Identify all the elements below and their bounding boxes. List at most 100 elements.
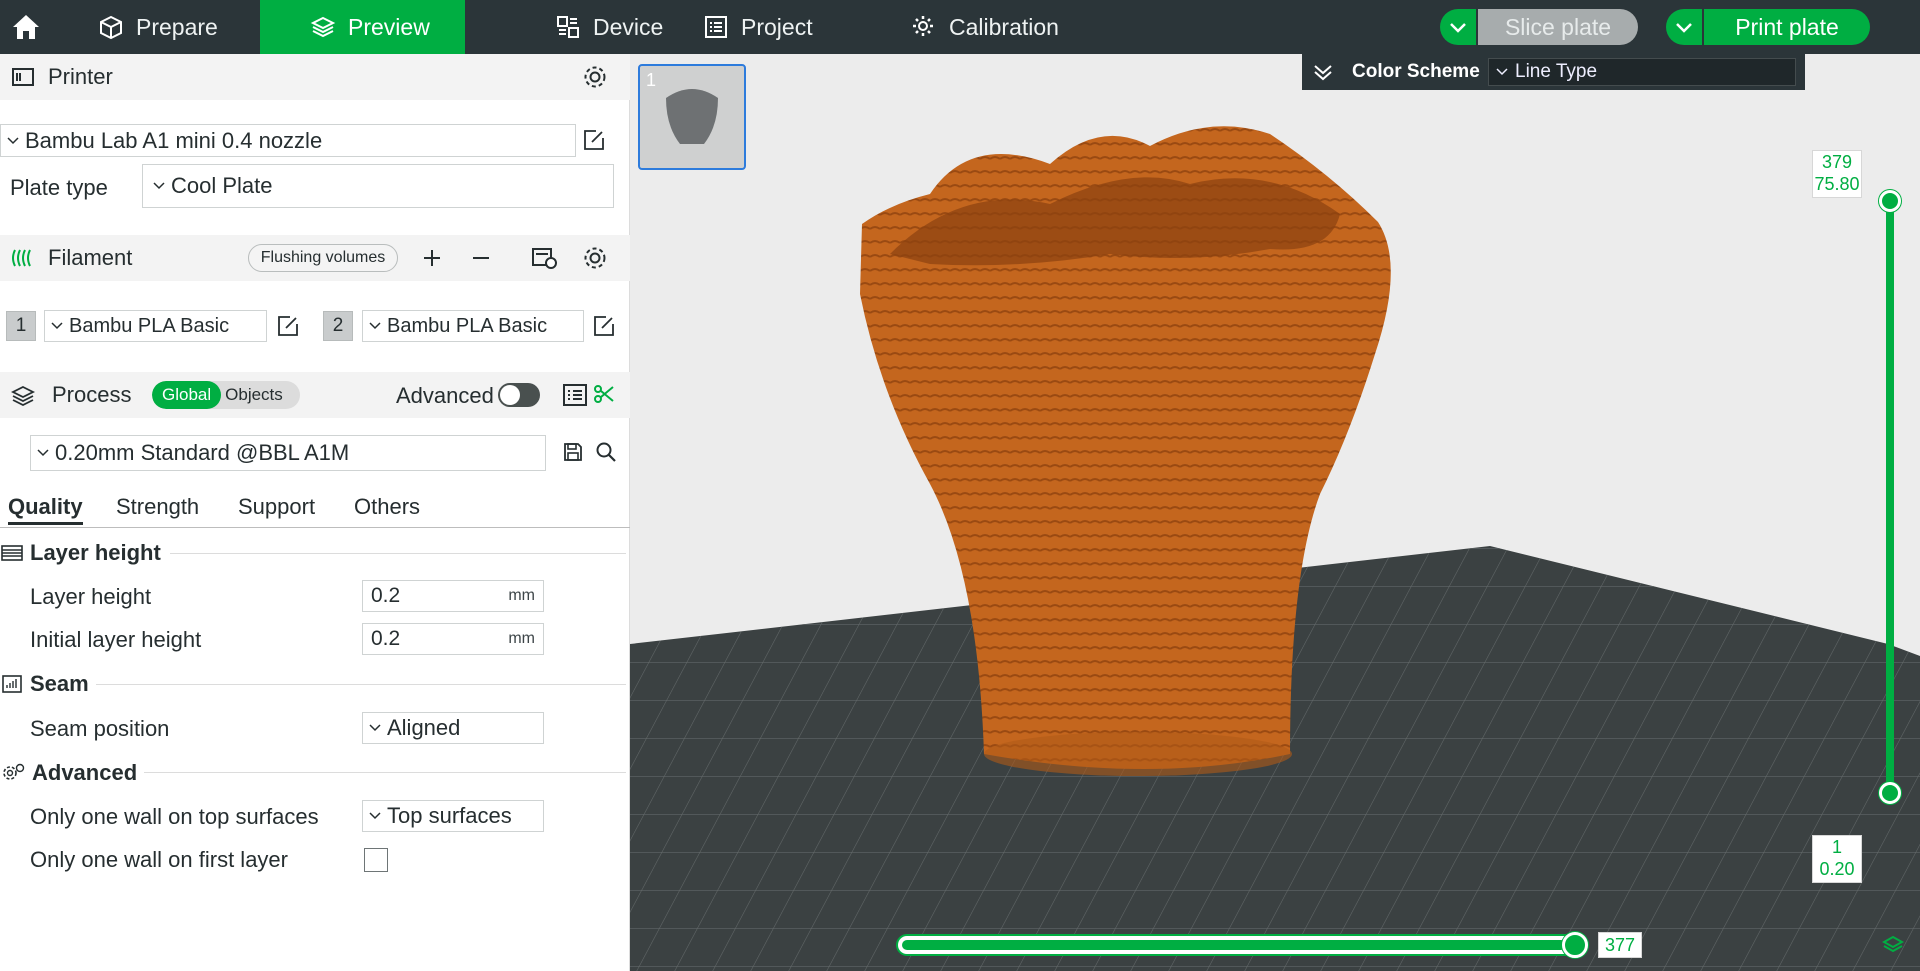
divider bbox=[144, 772, 626, 773]
home-icon bbox=[13, 15, 39, 39]
print-dropdown-chevron-icon[interactable] bbox=[1666, 9, 1704, 45]
printer-settings-gear-icon[interactable] bbox=[582, 64, 608, 90]
collapse-chevron-icon[interactable] bbox=[1312, 63, 1334, 81]
gear-icon bbox=[911, 14, 937, 40]
advanced-group-title: Advanced bbox=[32, 760, 138, 785]
layer-top-count: 379 bbox=[1821, 152, 1853, 172]
filament-icon bbox=[10, 246, 36, 270]
chevron-down-icon bbox=[1, 136, 25, 146]
filament-slot-1-index: 1 bbox=[6, 311, 36, 341]
print-plate-label: Print plate bbox=[1704, 9, 1870, 45]
search-icon[interactable] bbox=[594, 440, 618, 464]
advanced-group-header: Advanced bbox=[0, 760, 137, 786]
filament-slot-2-index: 2 bbox=[323, 311, 353, 341]
tab-preview-label: Preview bbox=[348, 13, 430, 40]
top-actions: Slice plate Print plate bbox=[1440, 9, 1870, 45]
filament-title: Filament bbox=[48, 245, 133, 270]
filament-slot-1-name: Bambu PLA Basic bbox=[69, 314, 230, 337]
color-scheme-select[interactable]: Line Type bbox=[1488, 58, 1796, 86]
process-cut-icon[interactable] bbox=[592, 382, 616, 406]
process-layers-icon bbox=[10, 383, 36, 407]
cube-icon bbox=[98, 14, 124, 40]
tab-strength[interactable]: Strength bbox=[116, 494, 199, 520]
device-icon bbox=[555, 14, 581, 40]
chevron-down-icon bbox=[363, 723, 387, 733]
layers-toggle-icon[interactable] bbox=[1882, 934, 1904, 956]
tab-device[interactable]: Device bbox=[465, 0, 673, 54]
printer-select[interactable]: Bambu Lab A1 mini 0.4 nozzle bbox=[0, 124, 576, 157]
process-title: Process bbox=[52, 382, 132, 407]
global-option[interactable]: Global bbox=[152, 381, 222, 409]
filament-slot-2-edit-icon[interactable] bbox=[592, 314, 616, 338]
tab-project-label: Project bbox=[741, 13, 813, 40]
chevron-down-icon bbox=[1495, 67, 1509, 77]
filament-slot-1-select[interactable]: Bambu PLA Basic bbox=[44, 310, 267, 342]
advanced-toggle-label: Advanced bbox=[396, 383, 494, 408]
printer-edit-icon[interactable] bbox=[582, 128, 606, 152]
seam-position-value: Aligned bbox=[387, 715, 461, 740]
chevron-down-icon bbox=[31, 448, 55, 458]
divider bbox=[170, 553, 626, 554]
slice-plate-label: Slice plate bbox=[1478, 9, 1638, 45]
filament-slot-2-select[interactable]: Bambu PLA Basic bbox=[362, 310, 584, 342]
first-layer-wall-checkbox[interactable] bbox=[364, 848, 388, 872]
tab-quality[interactable]: Quality bbox=[8, 494, 83, 525]
add-filament-icon[interactable] bbox=[420, 246, 444, 270]
process-preset-value: 0.20mm Standard @BBL A1M bbox=[55, 440, 350, 465]
top-bar: Prepare Preview Device Project Calibrati… bbox=[0, 0, 1920, 54]
objects-option[interactable]: Objects bbox=[221, 385, 291, 405]
first-layer-wall-label: Only one wall on first layer bbox=[30, 847, 288, 872]
tab-support[interactable]: Support bbox=[238, 494, 315, 520]
filament-settings-gear-icon[interactable] bbox=[582, 245, 608, 271]
chevron-down-icon bbox=[147, 181, 171, 191]
layer-top-height: 75.80 bbox=[1814, 174, 1860, 194]
layer-top-label: 379 75.80 bbox=[1812, 150, 1862, 198]
printer-name: Bambu Lab A1 mini 0.4 nozzle bbox=[25, 127, 323, 153]
tab-preview[interactable]: Preview bbox=[260, 0, 465, 54]
process-preset-select[interactable]: 0.20mm Standard @BBL A1M bbox=[30, 435, 546, 471]
initial-layer-height-label: Initial layer height bbox=[30, 627, 202, 652]
plate-type-select[interactable]: Cool Plate bbox=[142, 164, 614, 208]
initial-layer-height-unit: mm bbox=[508, 630, 535, 647]
top-wall-select[interactable]: Top surfaces bbox=[362, 800, 544, 832]
filament-slot-1-edit-icon[interactable] bbox=[276, 314, 300, 338]
layer-bottom-label: 1 0.20 bbox=[1812, 835, 1862, 883]
layer-height-input[interactable]: 0.2 mm bbox=[362, 580, 544, 612]
slice-dropdown-chevron-icon[interactable] bbox=[1440, 9, 1478, 45]
printer-icon bbox=[10, 65, 36, 89]
compare-list-icon[interactable] bbox=[561, 382, 589, 408]
plate-type-label: Plate type bbox=[10, 175, 108, 200]
tab-calibration[interactable]: Calibration bbox=[863, 0, 1099, 54]
tab-prepare[interactable]: Prepare bbox=[52, 0, 260, 54]
chevron-down-icon bbox=[45, 321, 69, 331]
home-button[interactable] bbox=[0, 0, 52, 54]
seam-position-select[interactable]: Aligned bbox=[362, 712, 544, 744]
preview-viewport[interactable]: 1 Color Scheme Line Type 379 75.80 1 0.2… bbox=[630, 54, 1920, 971]
flushing-volumes-button[interactable]: Flushing volumes bbox=[248, 244, 398, 272]
process-tabs: Quality Strength Support Others bbox=[0, 490, 630, 528]
advanced-toggle[interactable] bbox=[498, 383, 540, 407]
global-objects-switch[interactable]: Global Objects bbox=[152, 381, 300, 409]
filament-sync-icon[interactable] bbox=[530, 245, 558, 271]
save-preset-icon[interactable] bbox=[562, 441, 584, 463]
print-plate-button[interactable]: Print plate bbox=[1666, 9, 1870, 45]
layer-height-unit: mm bbox=[508, 587, 535, 604]
tab-project[interactable]: Project bbox=[673, 0, 863, 54]
tab-others[interactable]: Others bbox=[354, 494, 420, 520]
layer-slider-bottom-handle[interactable] bbox=[1879, 782, 1901, 804]
remove-filament-icon[interactable] bbox=[469, 246, 493, 270]
move-slider-handle[interactable] bbox=[1562, 932, 1588, 958]
layers-icon bbox=[310, 14, 336, 40]
layer-height-group-title: Layer height bbox=[30, 540, 161, 565]
printer-title: Printer bbox=[48, 64, 113, 89]
plate-thumbnail[interactable]: 1 bbox=[638, 64, 746, 170]
layer-slider-track[interactable] bbox=[1886, 202, 1894, 790]
process-section-header: Process Global Objects Advanced bbox=[0, 372, 630, 418]
move-slider-track[interactable] bbox=[896, 934, 1576, 956]
layer-height-value: 0.2 bbox=[371, 584, 401, 607]
slice-plate-button[interactable]: Slice plate bbox=[1440, 9, 1638, 45]
plate-type-value: Cool Plate bbox=[171, 173, 273, 198]
initial-layer-height-input[interactable]: 0.2 mm bbox=[362, 623, 544, 655]
layer-stack-icon bbox=[0, 542, 24, 564]
layer-slider-top-handle[interactable] bbox=[1879, 190, 1901, 212]
